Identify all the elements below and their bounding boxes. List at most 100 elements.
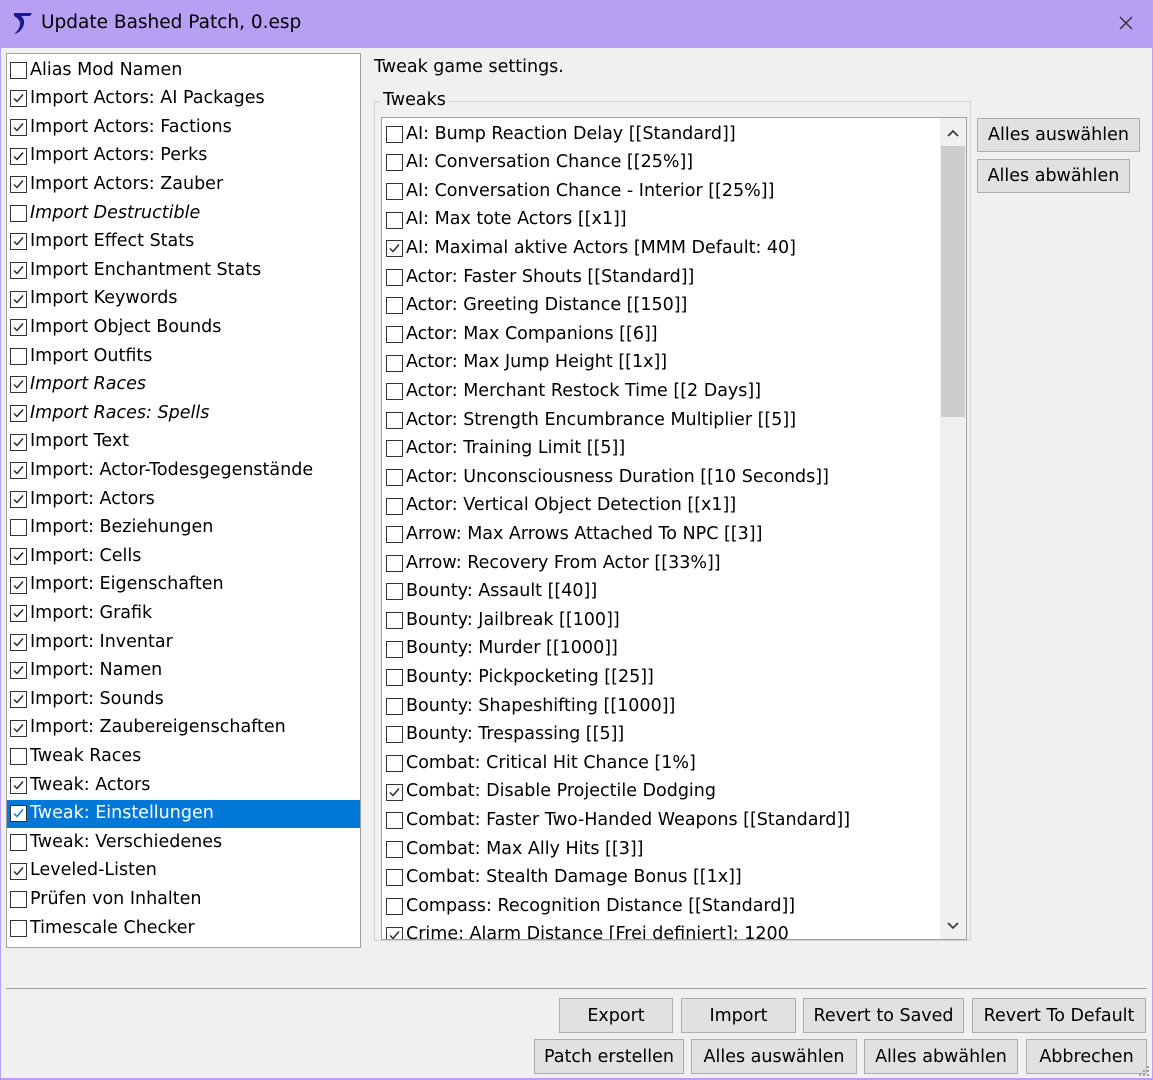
tweak-item[interactable]: Combat: Faster Two-Handed Weapons [[Stan… [382, 806, 942, 835]
patcher-item[interactable]: Import: Actors [7, 485, 360, 514]
patcher-item[interactable]: Import: Zaubereigenschaften [7, 714, 360, 743]
patcher-item[interactable]: Import: Actor-Todesgegenstände [7, 456, 360, 485]
checkbox-unchecked-icon[interactable] [386, 468, 403, 486]
patcher-item[interactable]: Import Text [7, 428, 360, 457]
patcher-item[interactable]: Import Enchantment Stats [7, 256, 360, 285]
scroll-thumb[interactable] [941, 146, 965, 417]
tweak-item[interactable]: Compass: Recognition Distance [[Standard… [382, 892, 942, 921]
checkbox-checked-icon[interactable] [10, 719, 27, 737]
checkbox-checked-icon[interactable] [10, 176, 27, 194]
checkbox-checked-icon[interactable] [10, 690, 27, 708]
patcher-item[interactable]: Import Effect Stats [7, 228, 360, 257]
checkbox-unchecked-icon[interactable] [386, 611, 403, 629]
patcher-item[interactable]: Tweak: Actors [7, 771, 360, 800]
checkbox-checked-icon[interactable] [10, 118, 27, 136]
checkbox-unchecked-icon[interactable] [386, 554, 403, 572]
import-button[interactable]: Import [681, 998, 796, 1033]
patcher-item[interactable]: Import Object Bounds [7, 313, 360, 342]
patcher-item[interactable]: Import: Beziehungen [7, 514, 360, 543]
tweak-item[interactable]: Actor: Max Jump Height [[1x]] [382, 349, 942, 378]
export-button[interactable]: Export [559, 998, 673, 1033]
patcher-item[interactable]: Import Actors: Perks [7, 142, 360, 171]
tweak-item[interactable]: Actor: Strength Encumbrance Multiplier [… [382, 406, 942, 435]
patcher-item[interactable]: Import Actors: Zauber [7, 170, 360, 199]
checkbox-unchecked-icon[interactable] [10, 833, 27, 851]
tweak-item[interactable]: Actor: Merchant Restock Time [[2 Days]] [382, 377, 942, 406]
tweaks-select-all-button[interactable]: Alles auswählen [977, 118, 1140, 152]
tweak-item[interactable]: Actor: Unconsciousness Duration [[10 Sec… [382, 463, 942, 492]
checkbox-unchecked-icon[interactable] [386, 154, 403, 172]
cancel-button[interactable]: Abbrechen [1026, 1039, 1147, 1074]
tweak-item[interactable]: Combat: Stealth Damage Bonus [[1x]] [382, 864, 942, 893]
tweak-item[interactable]: Arrow: Max Arrows Attached To NPC [[3]] [382, 520, 942, 549]
checkbox-unchecked-icon[interactable] [10, 347, 27, 365]
tweak-item[interactable]: AI: Maximal aktive Actors [MMM Default: … [382, 234, 942, 263]
checkbox-unchecked-icon[interactable] [386, 869, 403, 887]
checkbox-checked-icon[interactable] [386, 240, 403, 258]
checkbox-checked-icon[interactable] [10, 490, 27, 508]
checkbox-checked-icon[interactable] [10, 376, 27, 394]
checkbox-checked-icon[interactable] [10, 805, 27, 823]
tweak-item[interactable]: Actor: Vertical Object Detection [[x1]] [382, 492, 942, 521]
checkbox-checked-icon[interactable] [10, 433, 27, 451]
checkbox-unchecked-icon[interactable] [386, 812, 403, 830]
checkbox-unchecked-icon[interactable] [10, 891, 27, 909]
checkbox-checked-icon[interactable] [10, 576, 27, 594]
patcher-item[interactable]: Tweak: Verschiedenes [7, 828, 360, 857]
checkbox-unchecked-icon[interactable] [386, 325, 403, 343]
patcher-item[interactable]: Import: Cells [7, 542, 360, 571]
tweak-item[interactable]: Bounty: Jailbreak [[100]] [382, 606, 942, 635]
checkbox-checked-icon[interactable] [10, 147, 27, 165]
patcher-item[interactable]: Leveled-Listen [7, 857, 360, 886]
checkbox-checked-icon[interactable] [10, 862, 27, 880]
checkbox-unchecked-icon[interactable] [386, 440, 403, 458]
checkbox-unchecked-icon[interactable] [386, 297, 403, 315]
tweak-item[interactable]: Crime: Alarm Distance [Frei definiert]: … [382, 921, 942, 939]
checkbox-unchecked-icon[interactable] [386, 754, 403, 772]
checkbox-checked-icon[interactable] [10, 462, 27, 480]
patcher-list[interactable]: Alias Mod Namen Import Actors: AI Package… [6, 53, 361, 948]
checkbox-unchecked-icon[interactable] [386, 211, 403, 229]
checkbox-unchecked-icon[interactable] [10, 919, 27, 937]
revert-to-default-button[interactable]: Revert To Default [972, 998, 1146, 1033]
patcher-item[interactable]: Timescale Checker [7, 914, 360, 943]
title-bar[interactable]: Update Bashed Patch, 0.esp [0, 0, 1153, 48]
checkbox-unchecked-icon[interactable] [386, 268, 403, 286]
tweak-item[interactable]: Bounty: Assault [[40]] [382, 578, 942, 607]
checkbox-unchecked-icon[interactable] [386, 583, 403, 601]
tweak-item[interactable]: Combat: Disable Projectile Dodging [382, 778, 942, 807]
checkbox-checked-icon[interactable] [10, 776, 27, 794]
patcher-item[interactable]: Import: Inventar [7, 628, 360, 657]
checkbox-unchecked-icon[interactable] [386, 669, 403, 687]
checkbox-checked-icon[interactable] [10, 547, 27, 565]
patcher-item[interactable]: Alias Mod Namen [7, 56, 360, 85]
tweak-item[interactable]: AI: Max tote Actors [[x1]] [382, 206, 942, 235]
build-patch-button[interactable]: Patch erstellen [534, 1039, 684, 1074]
deselect-all-button[interactable]: Alles abwählen [864, 1039, 1018, 1074]
checkbox-checked-icon[interactable] [10, 261, 27, 279]
patcher-item[interactable]: Import Races: Spells [7, 399, 360, 428]
select-all-button[interactable]: Alles auswählen [691, 1039, 857, 1074]
checkbox-unchecked-icon[interactable] [10, 61, 27, 79]
checkbox-unchecked-icon[interactable] [386, 640, 403, 658]
patcher-item[interactable]: Import Outfits [7, 342, 360, 371]
checkbox-checked-icon[interactable] [10, 90, 27, 108]
patcher-item[interactable]: Import: Grafik [7, 599, 360, 628]
patcher-item[interactable]: Tweak Races [7, 742, 360, 771]
tweak-item[interactable]: Combat: Max Ally Hits [[3]] [382, 835, 942, 864]
checkbox-checked-icon[interactable] [386, 783, 403, 801]
resize-grip-icon[interactable] [1138, 1065, 1150, 1077]
patcher-item[interactable]: Import Actors: AI Packages [7, 85, 360, 114]
scroll-down-icon[interactable] [940, 913, 966, 939]
checkbox-checked-icon[interactable] [10, 605, 27, 623]
tweak-list-scrollbar[interactable] [940, 118, 966, 939]
scroll-up-icon[interactable] [940, 120, 966, 146]
checkbox-unchecked-icon[interactable] [386, 697, 403, 715]
patcher-item[interactable]: Import Destructible [7, 199, 360, 228]
tweak-item[interactable]: Actor: Training Limit [[5]] [382, 435, 942, 464]
patcher-item[interactable]: Import: Sounds [7, 685, 360, 714]
checkbox-checked-icon[interactable] [10, 319, 27, 337]
checkbox-unchecked-icon[interactable] [386, 840, 403, 858]
patcher-item[interactable]: Import: Namen [7, 657, 360, 686]
checkbox-unchecked-icon[interactable] [10, 204, 27, 222]
